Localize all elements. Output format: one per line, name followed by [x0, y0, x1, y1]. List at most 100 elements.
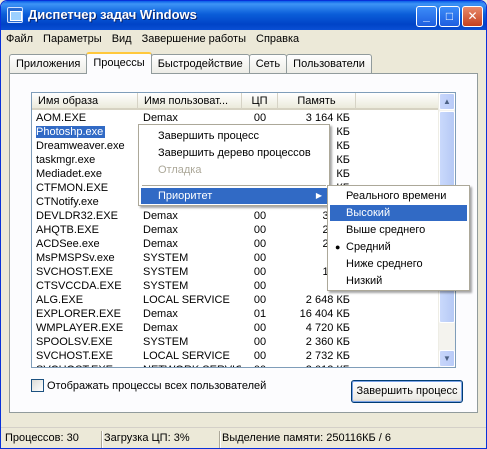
process-user-cell: Demax: [143, 223, 241, 237]
process-row[interactable]: WMPLAYER.EXE Demax 00 4 720 КБ: [32, 321, 440, 335]
context-set-priority-label: Приоритет: [158, 190, 213, 202]
process-user-cell-text: SYSTEM: [143, 252, 189, 264]
process-user-cell-text: SYSTEM: [143, 336, 189, 348]
process-memory-cell-text: КБ: [336, 154, 350, 166]
menu-bar: Файл Параметры Вид Завершение работы Справка: [1, 30, 486, 49]
process-cpu-cell-text: 00: [253, 322, 267, 334]
priority-low[interactable]: Низкий: [330, 273, 467, 289]
priority-normal[interactable]: ● Средний: [330, 239, 467, 255]
column-user-name[interactable]: Имя пользоват...: [138, 93, 242, 110]
process-name-cell: taskmgr.exe: [36, 153, 140, 167]
show-all-checkbox[interactable]: [31, 379, 44, 392]
priority-realtime[interactable]: Реального времени: [330, 188, 467, 204]
process-cpu-cell-text: 00: [253, 336, 267, 348]
close-button[interactable]: ✕: [462, 6, 483, 27]
context-set-priority[interactable]: Приоритет ▶: [141, 188, 327, 204]
process-name-cell-text: Mediadet.exe: [36, 168, 103, 180]
tab-users[interactable]: Пользователи: [286, 54, 372, 74]
process-row[interactable]: SPOOLSV.EXE SYSTEM 00 2 360 КБ: [32, 335, 440, 349]
process-context-menu: Завершить процесс Завершить дерево проце…: [138, 124, 330, 206]
context-debug-label: Отладка: [158, 164, 202, 176]
process-name-cell-text: WMPLAYER.EXE: [36, 322, 124, 334]
process-user-cell: SYSTEM: [143, 265, 241, 279]
process-name-cell: Dreamweaver.exe: [36, 139, 140, 153]
process-name-cell-text: EXPLORER.EXE: [36, 308, 121, 320]
maximize-button[interactable]: □: [439, 6, 460, 27]
menu-shutdown[interactable]: Завершение работы: [137, 30, 251, 49]
process-cpu-cell: 00: [245, 293, 275, 307]
process-user-cell-text: Demax: [143, 210, 178, 222]
tab-networking[interactable]: Сеть: [248, 54, 288, 74]
column-image-name[interactable]: Имя образа: [32, 93, 138, 110]
process-row[interactable]: SVCHOST.EXE NETWORK SERVICE 00 2 012 КБ: [32, 363, 440, 367]
process-memory-cell: 2 360 КБ: [278, 335, 350, 349]
status-bar: Процессов: 30 Загрузка ЦП: 3% Выделение …: [1, 427, 486, 448]
process-memory-cell: 2 648 КБ: [278, 293, 350, 307]
process-name-cell-text: SVCHOST.EXE: [36, 350, 114, 362]
process-name-cell-text: ACDSee.exe: [36, 238, 100, 250]
process-cpu-cell: 01: [245, 307, 275, 321]
process-user-cell-text: Demax: [143, 308, 178, 320]
process-cpu-cell-text: 00: [253, 294, 267, 306]
process-user-cell: Demax: [143, 307, 241, 321]
process-name-cell: AOM.EXE: [36, 111, 140, 125]
column-cpu[interactable]: ЦП: [242, 93, 278, 110]
process-row[interactable]: AOM.EXE Demax 00 3 164 КБ: [32, 111, 440, 125]
process-name-cell: Photoshp.exe: [36, 125, 140, 139]
process-memory-cell-text: 3 164 КБ: [305, 112, 350, 124]
process-memory-cell: 3 164 КБ: [278, 111, 350, 125]
tab-applications[interactable]: Приложения: [9, 54, 88, 74]
context-end-process-label: Завершить процесс: [158, 130, 259, 142]
process-name-cell-text: CTFMON.EXE: [36, 182, 109, 194]
menu-view[interactable]: Вид: [107, 30, 137, 49]
process-user-cell: Demax: [143, 321, 241, 335]
process-name-cell-text: CTNotify.exe: [36, 196, 99, 208]
minimize-button[interactable]: _: [416, 6, 437, 27]
process-memory-cell-text: КБ: [336, 168, 350, 180]
title-bar[interactable]: Диспетчер задач Windows _ □ ✕: [1, 1, 486, 30]
column-memory[interactable]: Память: [278, 93, 356, 110]
process-row[interactable]: EXPLORER.EXE Demax 01 16 404 КБ: [32, 307, 440, 321]
process-memory-cell-text: КБ: [336, 140, 350, 152]
menu-options[interactable]: Параметры: [38, 30, 107, 49]
process-user-cell: Demax: [143, 111, 241, 125]
end-process-button[interactable]: Завершить процесс: [351, 380, 463, 403]
scroll-down-arrow-icon[interactable]: ▼: [439, 350, 455, 367]
process-cpu-cell: 00: [245, 349, 275, 363]
process-name-cell-text: SVCHOST.EXE: [36, 364, 113, 367]
priority-high[interactable]: Высокий: [330, 205, 467, 221]
scroll-up-arrow-icon[interactable]: ▲: [439, 93, 455, 110]
process-name-cell: MsPMSPSv.exe: [36, 251, 140, 265]
process-name-cell-text: ALG.EXE: [36, 294, 84, 306]
process-row[interactable]: ALG.EXE LOCAL SERVICE 00 2 648 КБ: [32, 293, 440, 307]
process-name-cell-text: SVCHOST.EXE: [36, 266, 114, 278]
process-row[interactable]: SVCHOST.EXE LOCAL SERVICE 00 2 732 КБ: [32, 349, 440, 363]
process-cpu-cell: 00: [245, 209, 275, 223]
tab-performance[interactable]: Быстродействие: [150, 54, 250, 74]
process-memory-cell: 2 012 КБ: [278, 363, 350, 367]
process-user-cell-text: LOCAL SERVICE: [143, 294, 230, 306]
process-name-cell: SVCHOST.EXE: [36, 349, 140, 363]
selected-radio-dot-icon: ●: [335, 242, 341, 252]
process-memory-cell-text: 2 012 КБ: [306, 364, 350, 367]
context-end-process-tree[interactable]: Завершить дерево процессов: [141, 145, 327, 161]
show-all-processes-option[interactable]: Отображать процессы всех пользователей: [31, 379, 266, 392]
priority-above-normal[interactable]: Выше среднего: [330, 222, 467, 238]
context-end-process[interactable]: Завершить процесс: [141, 128, 327, 144]
status-cpu-usage: Загрузка ЦП: 3%: [101, 431, 217, 448]
priority-submenu: Реального времени Высокий Выше среднего …: [327, 185, 470, 291]
tab-processes[interactable]: Процессы: [86, 52, 152, 74]
process-user-cell: Demax: [143, 237, 241, 251]
process-name-cell-text: SPOOLSV.EXE: [36, 336, 113, 348]
menu-help[interactable]: Справка: [251, 30, 304, 49]
process-cpu-cell-text: 00: [253, 210, 267, 222]
process-memory-cell-text: 16 404 КБ: [299, 308, 350, 320]
process-user-cell: SYSTEM: [143, 251, 241, 265]
priority-below-normal[interactable]: Ниже среднего: [330, 256, 467, 272]
menu-file[interactable]: Файл: [1, 30, 38, 49]
process-name-cell-text: CTSVCCDA.EXE: [36, 280, 122, 292]
process-user-cell: LOCAL SERVICE: [143, 349, 241, 363]
submenu-arrow-icon: ▶: [315, 191, 322, 200]
column-filler: [356, 93, 440, 110]
process-name-cell: ACDSee.exe: [36, 237, 140, 251]
